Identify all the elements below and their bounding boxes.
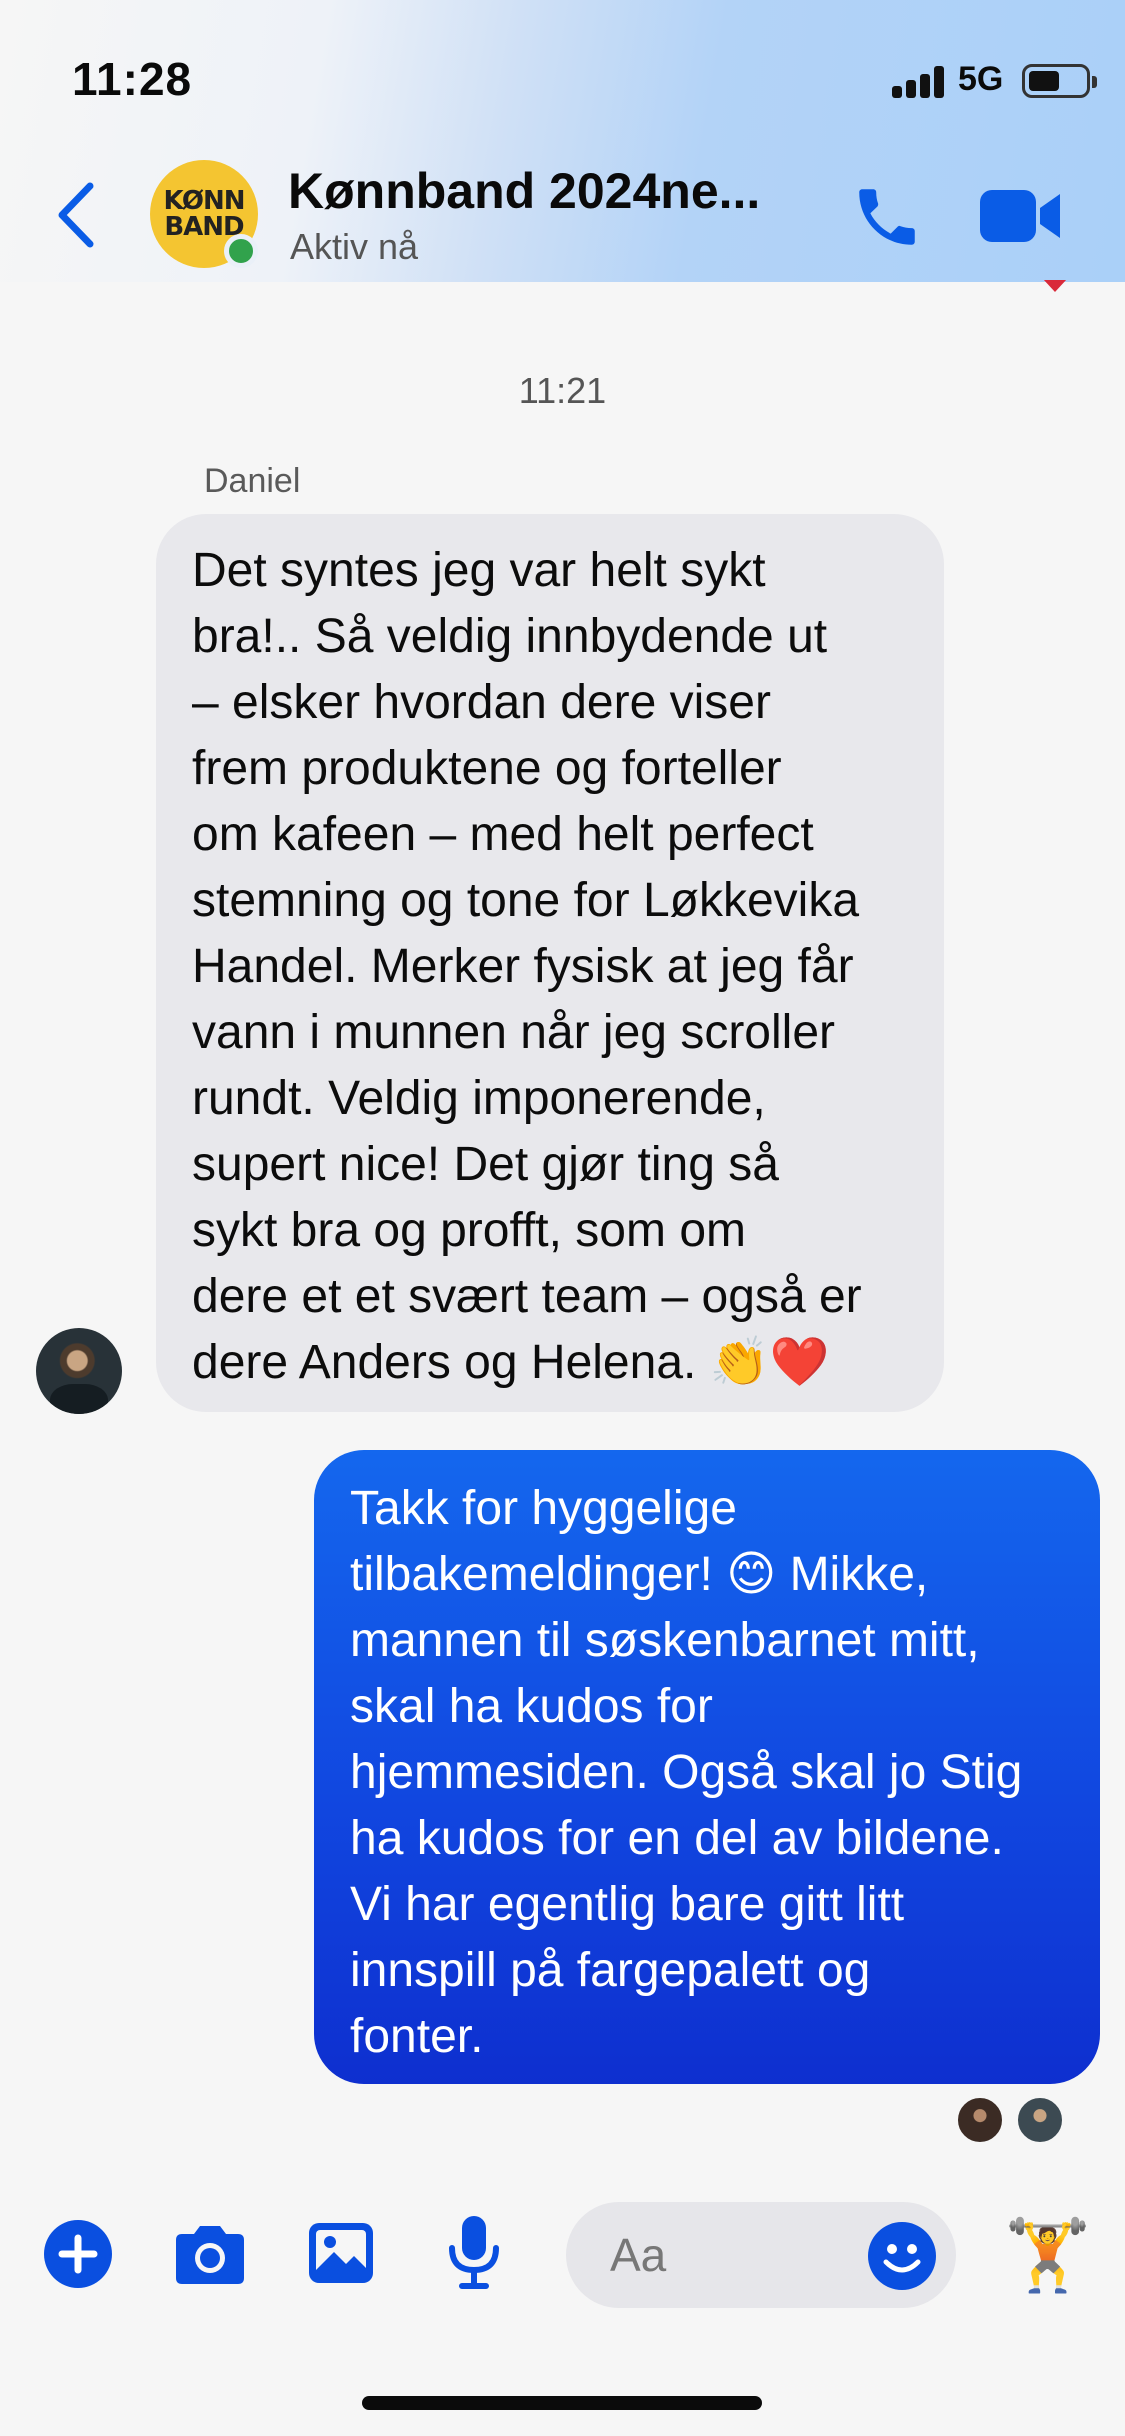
home-indicator[interactable] xyxy=(362,2396,762,2410)
message-line: hjemmesiden. Også skal jo Stig xyxy=(350,1746,1023,1799)
read-receipt-avatar xyxy=(956,2096,1004,2144)
message-timestamp: 11:21 xyxy=(518,370,607,411)
status-time: 11:28 xyxy=(72,53,193,105)
battery-icon xyxy=(1022,64,1097,98)
chat-title[interactable]: Kønnband 2024ne... xyxy=(288,162,760,220)
voice-message-button[interactable] xyxy=(444,2212,504,2292)
image-icon xyxy=(309,2223,373,2283)
message-line: ha kudos for en del av bildene. xyxy=(350,1812,1004,1865)
active-status: Aktiv nå xyxy=(290,226,419,267)
sender-avatar[interactable] xyxy=(36,1328,122,1414)
video-camera-icon xyxy=(980,190,1060,242)
previous-reaction-heart-icon xyxy=(1040,280,1070,294)
outgoing-message-bubble[interactable]: Takk for hyggelige tilbakemeldinger! 😊 M… xyxy=(314,1450,1100,2084)
cellular-signal-icon xyxy=(892,66,946,98)
camera-icon xyxy=(176,2226,244,2284)
sender-name: Daniel xyxy=(204,462,301,500)
message-line: skal ha kudos for xyxy=(350,1680,713,1733)
gallery-button[interactable] xyxy=(306,2220,376,2286)
message-line: rundt. Veldig imponerende, xyxy=(192,1072,766,1125)
emoji-button[interactable] xyxy=(868,2222,936,2290)
message-line: – elsker hvordan dere viser xyxy=(192,676,771,729)
quick-reaction-button[interactable]: 🏋️ xyxy=(1004,2214,1091,2296)
group-logo-line1: KØNN xyxy=(163,186,245,216)
messenger-chat-screen: 11:28 5G KØNN BAND Kønnband 2024ne... Ak… xyxy=(0,0,1125,2436)
message-line: Takk for hyggelige xyxy=(350,1482,737,1535)
chevron-left-icon xyxy=(58,182,94,248)
message-line: Det syntes jeg var helt sykt xyxy=(192,544,766,597)
message-line: mannen til søskenbarnet mitt, xyxy=(350,1614,980,1667)
phone-icon xyxy=(859,189,915,245)
network-type: 5G xyxy=(958,60,1004,98)
message-line: bra!.. Så veldig innbydende ut xyxy=(192,610,828,663)
camera-button[interactable] xyxy=(170,2220,250,2290)
read-receipt-avatar xyxy=(1016,2096,1064,2144)
smiley-icon xyxy=(883,2244,921,2273)
back-button[interactable] xyxy=(52,180,102,250)
audio-call-button[interactable] xyxy=(850,180,924,254)
message-line: vann i munnen når jeg scroller xyxy=(192,1006,836,1059)
message-line: dere Anders og Helena. 👏❤️ xyxy=(192,1336,830,1389)
message-line: Handel. Merker fysisk at jeg får xyxy=(192,940,854,993)
message-line: om kafeen – med helt perfect xyxy=(192,808,814,861)
message-line: stemning og tone for Løkkevika xyxy=(192,874,860,927)
message-line: tilbakemeldinger! 😊 Mikke, xyxy=(350,1548,929,1601)
message-line: Vi har egentlig bare gitt litt xyxy=(350,1878,905,1931)
microphone-icon xyxy=(449,2216,499,2289)
message-line: supert nice! Det gjør ting så xyxy=(192,1138,779,1191)
chat-header: 11:28 5G KØNN BAND Kønnband 2024ne... Ak… xyxy=(0,0,1125,282)
message-line: frem produktene og forteller xyxy=(192,742,782,795)
message-line: fonter. xyxy=(350,2010,484,2063)
message-line: sykt bra og profft, som om xyxy=(192,1204,746,1257)
message-line: dere et et svært team – også er xyxy=(192,1270,862,1323)
incoming-message-bubble[interactable]: Det syntes jeg var helt sykt bra!.. Så v… xyxy=(156,514,944,1412)
plus-icon xyxy=(58,2234,98,2274)
video-call-button[interactable] xyxy=(978,186,1062,246)
message-input-placeholder: Aa xyxy=(610,2229,667,2281)
message-line: innspill på fargepalett og xyxy=(350,1944,871,1997)
more-actions-button[interactable] xyxy=(44,2220,112,2288)
online-status-indicator xyxy=(224,234,258,268)
